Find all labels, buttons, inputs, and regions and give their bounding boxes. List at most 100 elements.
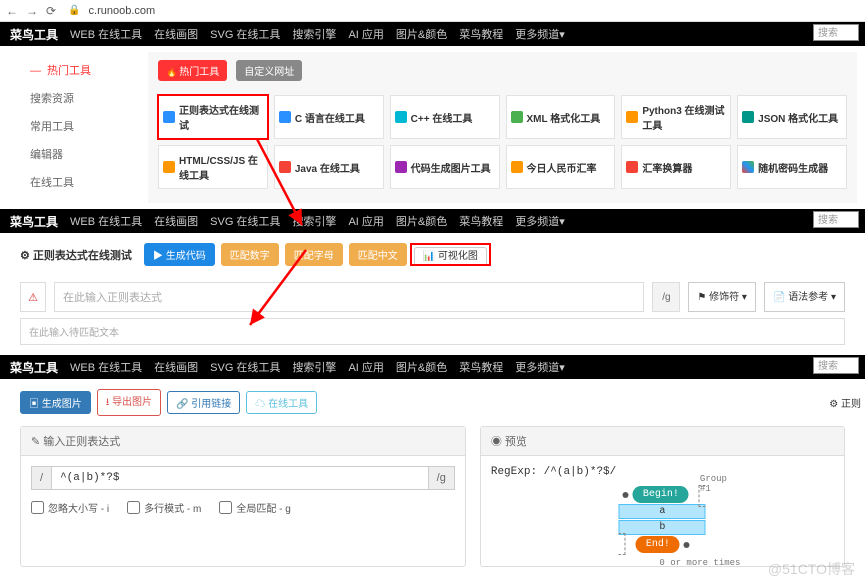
token-b: b xyxy=(619,520,706,535)
nav-item[interactable]: 菜鸟教程 xyxy=(459,213,503,229)
flags-row: 忽略大小写 - i 多行模式 - m 全局匹配 - g xyxy=(31,500,455,515)
slash-g: /g xyxy=(428,467,454,489)
top-nav-2: 菜鸟工具 WEB 在线工具 在线画图 SVG 在线工具 搜索引擎 AI 应用 图… xyxy=(0,209,865,233)
sidebar-item[interactable]: 搜索资源 xyxy=(30,84,140,112)
pwd-icon xyxy=(742,161,754,173)
warn-icon: ⚠ xyxy=(20,282,46,312)
nav-item[interactable]: SVG 在线工具 xyxy=(210,213,280,229)
tag-hot[interactable]: 热门工具 xyxy=(158,60,227,81)
syntax-ref-button[interactable]: 语法参考 ▾ xyxy=(764,282,845,312)
railroad-diagram: RegExp: /^(a|b)*?$/ Begin! Group #1 a b … xyxy=(481,456,844,566)
end-node: End! xyxy=(636,536,680,553)
nav-item[interactable]: WEB 在线工具 xyxy=(70,213,142,229)
sidebar-item[interactable]: 常用工具 xyxy=(30,112,140,140)
match-input[interactable]: 在此输入待匹配文本 xyxy=(20,318,845,345)
nav-item[interactable]: WEB 在线工具 xyxy=(70,26,142,42)
json-icon xyxy=(742,111,754,123)
nav-item[interactable]: 搜索引擎 xyxy=(292,359,336,375)
nav-item[interactable]: AI 应用 xyxy=(348,359,383,375)
nav-item[interactable]: SVG 在线工具 xyxy=(210,26,280,42)
fx-icon xyxy=(626,161,638,173)
nav-item[interactable]: AI 应用 xyxy=(348,26,383,42)
flag-i[interactable]: 忽略大小写 - i xyxy=(31,500,109,515)
ref-link-button[interactable]: 🔗 引用链接 xyxy=(167,391,240,414)
gen-img-button[interactable]: ▣ 生成图片 xyxy=(20,391,91,414)
nav-item[interactable]: 菜鸟教程 xyxy=(459,359,503,375)
tool-code2img[interactable]: 代码生成图片工具 xyxy=(390,145,500,189)
nav-item[interactable]: 搜索引擎 xyxy=(292,213,336,229)
nav-item[interactable]: 更多频道▾ xyxy=(515,26,565,42)
tag-custom[interactable]: 自定义网址 xyxy=(236,60,302,81)
nav-item[interactable]: 在线画图 xyxy=(154,26,198,42)
nav-item[interactable]: 在线画图 xyxy=(154,213,198,229)
nav-item[interactable]: 图片&颜色 xyxy=(396,213,447,229)
tool-regex[interactable]: 正则表达式在线测试 xyxy=(158,95,268,139)
tool-c[interactable]: C 语言在线工具 xyxy=(274,95,384,139)
tool-java[interactable]: Java 在线工具 xyxy=(274,145,384,189)
tool-htmlcssjs[interactable]: HTML/CSS/JS 在线工具 xyxy=(158,145,268,189)
nav-item[interactable]: 菜鸟教程 xyxy=(459,26,503,42)
visualizer-toolbar: ▣ 生成图片 ⭳ 导出图片 🔗 引用链接 ☁ 在线工具 ⚙ 正则 xyxy=(0,379,865,426)
online-tool-button[interactable]: ☁ 在线工具 xyxy=(246,391,317,414)
rmb-icon xyxy=(511,161,523,173)
regex-input[interactable]: 在此输入正则表达式 xyxy=(54,282,644,312)
tool-rmb[interactable]: 今日人民币汇率 xyxy=(506,145,616,189)
address-url[interactable]: c.runoob.com xyxy=(89,5,859,17)
nav-item[interactable]: 图片&颜色 xyxy=(396,26,447,42)
code2img-icon xyxy=(395,161,407,173)
regex-toolbar: 正则表达式在线测试 ▶ 生成代码 匹配数字 匹配字母 匹配中文 📊 可视化图 xyxy=(0,233,865,276)
gen-code-button[interactable]: ▶ 生成代码 xyxy=(144,243,215,266)
nav-item[interactable]: 图片&颜色 xyxy=(396,359,447,375)
token-a: a xyxy=(619,504,706,519)
visual-button[interactable]: 📊 可视化图 xyxy=(414,247,487,266)
nav-back-icon[interactable]: ← xyxy=(6,4,18,18)
nav-fwd-icon[interactable]: → xyxy=(26,4,38,18)
input-panel-header: 输入正则表达式 xyxy=(21,427,465,456)
match-number-button[interactable]: 匹配数字 xyxy=(221,243,279,266)
diagram-expr: RegExp: /^(a|b)*?$/ xyxy=(491,466,834,478)
regex-value-input[interactable] xyxy=(52,467,428,489)
top-nav-3: 菜鸟工具 WEB 在线工具 在线画图 SVG 在线工具 搜索引擎 AI 应用 图… xyxy=(0,355,865,379)
start-dot xyxy=(623,492,629,498)
top-nav-1: 菜鸟工具 WEB 在线工具 在线画图 SVG 在线工具 搜索引擎 AI 应用 图… xyxy=(0,22,865,46)
modifier-button[interactable]: 修饰符 ▾ xyxy=(688,282,756,312)
tool-grid: 正则表达式在线测试 C 语言在线工具 C++ 在线工具 XML 格式化工具 Py… xyxy=(158,95,847,189)
tool-pwd[interactable]: 随机密码生成器 xyxy=(737,145,847,189)
match-cn-button[interactable]: 匹配中文 xyxy=(349,243,407,266)
flag-m[interactable]: 多行模式 - m xyxy=(127,500,201,515)
regex-title: 正则表达式在线测试 xyxy=(20,247,132,263)
sidebar-item[interactable]: 在线工具 xyxy=(30,168,140,196)
flag-g[interactable]: 全局匹配 - g xyxy=(219,500,290,515)
nav-reload-icon[interactable]: ⟳ xyxy=(46,4,56,18)
slash-left: / xyxy=(32,467,52,489)
tool-xml[interactable]: XML 格式化工具 xyxy=(506,95,616,139)
match-alpha-button[interactable]: 匹配字母 xyxy=(285,243,343,266)
regex-edit: / /g xyxy=(31,466,455,490)
brand[interactable]: 菜鸟工具 xyxy=(10,26,58,43)
tool-json[interactable]: JSON 格式化工具 xyxy=(737,95,847,139)
brand[interactable]: 菜鸟工具 xyxy=(10,359,58,376)
visual-button-highlight: 📊 可视化图 xyxy=(413,246,488,263)
nav-item[interactable]: WEB 在线工具 xyxy=(70,359,142,375)
tool-cpp[interactable]: C++ 在线工具 xyxy=(390,95,500,139)
tool-py3[interactable]: Python3 在线测试工具 xyxy=(621,95,731,139)
nav-search[interactable]: 搜索 xyxy=(813,24,859,41)
preview-panel: 预览 RegExp: /^(a|b)*?$/ Begin! Group #1 a… xyxy=(480,426,845,567)
brand[interactable]: 菜鸟工具 xyxy=(10,213,58,230)
python-icon xyxy=(626,111,638,123)
tool-fx[interactable]: 汇率换算器 xyxy=(621,145,731,189)
nav-search[interactable]: 搜索 xyxy=(813,357,859,374)
nav-item[interactable]: SVG 在线工具 xyxy=(210,359,280,375)
nav-item[interactable]: AI 应用 xyxy=(348,213,383,229)
nav-search[interactable]: 搜索 xyxy=(813,211,859,228)
sidebar-item-hot[interactable]: 热门工具 xyxy=(30,56,140,84)
export-img-button[interactable]: ⭳ 导出图片 xyxy=(97,389,161,416)
cpp-icon xyxy=(395,111,407,123)
regex-icon xyxy=(163,111,175,123)
regex-tester-section: 正则表达式在线测试 ▶ 生成代码 匹配数字 匹配字母 匹配中文 📊 可视化图 ⚠… xyxy=(0,233,865,345)
nav-item[interactable]: 更多频道▾ xyxy=(515,359,565,375)
nav-item[interactable]: 更多频道▾ xyxy=(515,213,565,229)
nav-item[interactable]: 搜索引擎 xyxy=(292,26,336,42)
nav-item[interactable]: 在线画图 xyxy=(154,359,198,375)
sidebar-item[interactable]: 编辑器 xyxy=(30,140,140,168)
